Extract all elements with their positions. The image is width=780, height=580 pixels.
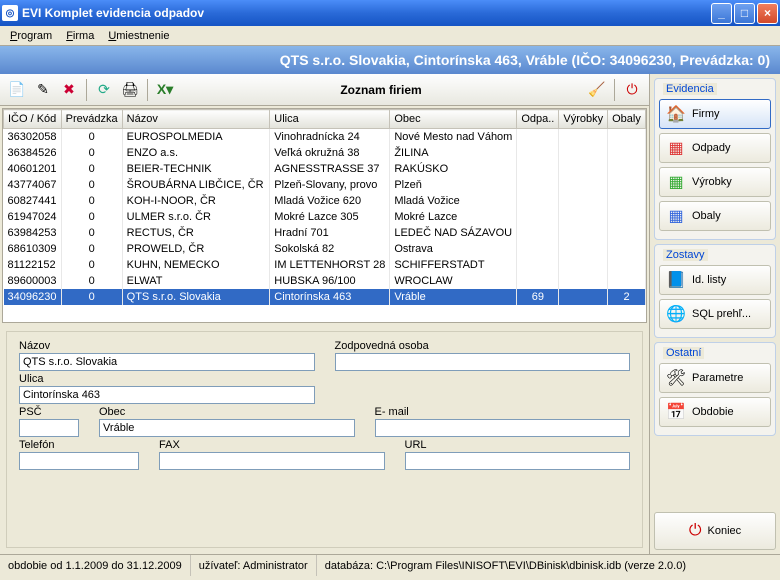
delete-icon[interactable]: ✖ (58, 79, 80, 101)
label-telefon: Telefón (19, 439, 139, 451)
nav-obdobie-label: Obdobie (692, 406, 734, 418)
col-odpa[interactable]: Odpa.. (517, 110, 559, 129)
print-icon[interactable]: 🖨 (119, 79, 141, 101)
label-ulica: Ulica (19, 373, 315, 385)
window-title: EVI Komplet evidencia odpadov (22, 6, 711, 20)
home-icon: 🏠 (666, 104, 686, 124)
detail-panel: Názov Zodpovedná osoba Ulica PSČ (6, 331, 643, 548)
nav-parametre[interactable]: 🛠 Parametre (659, 363, 771, 393)
globe-icon: 🌐 (666, 304, 686, 324)
group-evidencia: Evidencia (663, 83, 717, 95)
input-psc[interactable] (19, 419, 79, 437)
nav-odpady-label: Odpady (692, 142, 731, 154)
new-icon[interactable]: 📄 (6, 79, 28, 101)
nav-vyrobky[interactable]: ▦ Výrobky (659, 167, 771, 197)
table-row[interactable]: 686103090PROWELD, ČRSokolská 82Ostrava (4, 241, 646, 257)
table-row[interactable]: 608274410KOH-I-NOOR, ČRMladá Vožice 620M… (4, 193, 646, 209)
toolbar: 📄 ✎ ✖ ⟳ 🖨 X▾ Zoznam firiem 🧹 ⏻ (0, 74, 649, 106)
group-ostatni: Ostatní (663, 347, 704, 359)
menubar: Program Firma Umiestnenie (0, 26, 780, 46)
col-obec[interactable]: Obec (390, 110, 517, 129)
tiles-red-icon: ▦ (666, 138, 686, 158)
power-icon[interactable]: ⏻ (621, 79, 643, 101)
label-obec: Obec (99, 406, 355, 418)
context-header: QTS s.r.o. Slovakia, Cintorínska 463, Vr… (0, 46, 780, 74)
nav-parametre-label: Parametre (692, 372, 743, 384)
input-zodp[interactable] (335, 353, 631, 371)
table-row[interactable]: 896000030ELWATHUBSKA 96/100WROCLAW (4, 273, 646, 289)
table-row[interactable]: 363020580EUROSPOLMEDIAVinohradnícka 24No… (4, 129, 646, 146)
power-icon: ⏻ (689, 522, 702, 540)
menu-program[interactable]: Program (4, 28, 58, 44)
label-url: URL (405, 439, 631, 451)
label-nazov: Názov (19, 340, 315, 352)
nav-pane: Evidencia 🏠 Firmy ▦ Odpady ▦ Výrobky ▦ Obaly… (650, 74, 780, 554)
status-obdobie: obdobie od 1.1.2009 do 31.12.2009 (0, 555, 191, 576)
table-row[interactable]: 619470240ULMER s.r.o. ČRMokré Lazce 305M… (4, 209, 646, 225)
table-row[interactable]: 363845260ENZO a.s.Veľká okružná 38ŽILINA (4, 145, 646, 161)
nav-firmy[interactable]: 🏠 Firmy (659, 99, 771, 129)
label-email: E- mail (375, 406, 631, 418)
group-zostavy: Zostavy (663, 249, 708, 261)
table-row[interactable]: 406012010BEIER-TECHNIKAGNESSTRASSE 37RAK… (4, 161, 646, 177)
input-url[interactable] (405, 452, 631, 470)
clear-icon[interactable]: 🧹 (586, 79, 608, 101)
col-obaly[interactable]: Obaly (608, 110, 646, 129)
nav-vyrobky-label: Výrobky (692, 176, 732, 188)
minimize-button[interactable]: _ (711, 3, 732, 24)
col-ico[interactable]: IČO / Kód (4, 110, 62, 129)
tools-icon: 🛠 (666, 368, 686, 388)
nav-obaly-label: Obaly (692, 210, 721, 222)
label-psc: PSČ (19, 406, 79, 418)
context-text: QTS s.r.o. Slovakia, Cintorínska 463, Vr… (280, 52, 770, 68)
col-vyrobky[interactable]: Výrobky (559, 110, 608, 129)
toolbar-title: Zoznam firiem (180, 83, 582, 97)
col-ulica[interactable]: Ulica (270, 110, 390, 129)
input-ulica[interactable] (19, 386, 315, 404)
label-zodp: Zodpovedná osoba (335, 340, 631, 352)
col-nazov[interactable]: Názov (122, 110, 270, 129)
status-db: databáza: C:\Program Files\INISOFT\EVI\D… (317, 555, 780, 576)
nav-obdobie[interactable]: 📅 Obdobie (659, 397, 771, 427)
input-nazov[interactable] (19, 353, 315, 371)
refresh-icon[interactable]: ⟳ (93, 79, 115, 101)
nav-idlisty[interactable]: 📘 Id. listy (659, 265, 771, 295)
status-uzivatel: užívateľ: Administrator (191, 555, 317, 576)
input-telefon[interactable] (19, 452, 139, 470)
nav-odpady[interactable]: ▦ Odpady (659, 133, 771, 163)
statusbar: obdobie od 1.1.2009 do 31.12.2009 užívat… (0, 554, 780, 576)
calendar-icon: 📅 (666, 402, 686, 422)
nav-sqlprehl-label: SQL prehľ... (692, 308, 751, 320)
input-email[interactable] (375, 419, 631, 437)
app-icon: ◎ (2, 5, 18, 21)
firm-grid[interactable]: IČO / Kód Prevádzka Názov Ulica Obec Odp… (2, 108, 647, 323)
maximize-button[interactable]: □ (734, 3, 755, 24)
menu-umiestnenie[interactable]: Umiestnenie (102, 28, 175, 44)
table-row[interactable]: 811221520KUHN, NEMECKOIM LETTENHORST 28S… (4, 257, 646, 273)
nav-idlisty-label: Id. listy (692, 274, 726, 286)
table-row[interactable]: 437740670ŠROUBÁRNA LIBČICE, ČRPlzeň-Slov… (4, 177, 646, 193)
nav-sqlprehl[interactable]: 🌐 SQL prehľ... (659, 299, 771, 329)
table-row[interactable]: 340962300QTS s.r.o. SlovakiaCintorínska … (4, 289, 646, 305)
exit-button[interactable]: ⏻ Koniec (654, 512, 776, 550)
nav-obaly[interactable]: ▦ Obaly (659, 201, 771, 231)
input-fax[interactable] (159, 452, 385, 470)
tiles-green-icon: ▦ (666, 172, 686, 192)
excel-icon[interactable]: X▾ (154, 79, 176, 101)
close-button[interactable]: × (757, 3, 778, 24)
tiles-blue-icon: ▦ (666, 206, 686, 226)
exit-label: Koniec (708, 525, 742, 537)
col-prev[interactable]: Prevádzka (61, 110, 122, 129)
titlebar: ◎ EVI Komplet evidencia odpadov _ □ × (0, 0, 780, 26)
menu-firma[interactable]: Firma (60, 28, 100, 44)
edit-icon[interactable]: ✎ (32, 79, 54, 101)
label-fax: FAX (159, 439, 385, 451)
input-obec[interactable] (99, 419, 355, 437)
nav-firmy-label: Firmy (692, 108, 720, 120)
table-row[interactable]: 639842530RECTUS, ČRHradní 701LEDEČ NAD S… (4, 225, 646, 241)
doc-icon: 📘 (666, 270, 686, 290)
